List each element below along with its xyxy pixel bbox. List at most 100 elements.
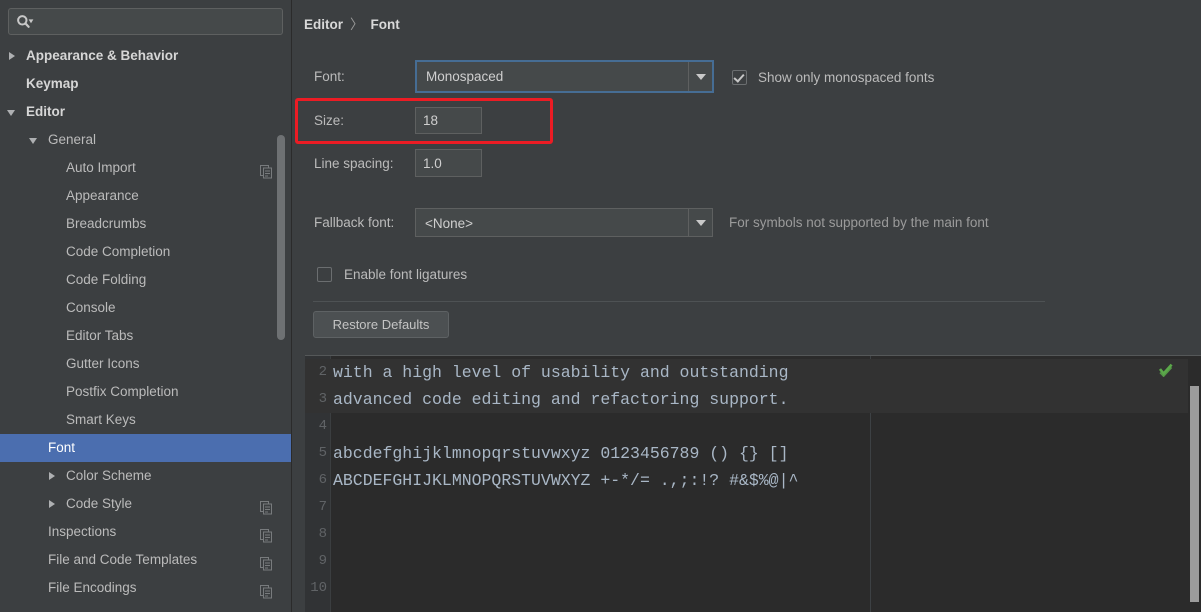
editor-line: 5 abcdefghijklmnopqrstuvwxyz 0123456789 (…	[305, 440, 1201, 467]
size-input[interactable]	[415, 107, 482, 134]
fallback-font-dropdown-arrow-box[interactable]	[688, 209, 712, 236]
breadcrumb: Editor 〉 Font	[304, 13, 400, 33]
sidebar-item-inspections[interactable]: Inspections	[0, 518, 292, 546]
fallback-font-value: <None>	[425, 216, 474, 231]
sidebar-scrollbar-thumb[interactable]	[277, 135, 285, 340]
sidebar-item-keymap[interactable]: Keymap	[0, 70, 292, 98]
editor-line-number: 4	[318, 418, 327, 434]
chevron-down-icon[interactable]	[29, 126, 43, 154]
sidebar-item-breadcrumbs[interactable]: Breadcrumbs	[0, 210, 292, 238]
sidebar-item-editor-tabs[interactable]: Editor Tabs	[0, 322, 292, 350]
font-family-value: Monospaced	[426, 69, 504, 84]
restore-defaults-button[interactable]: Restore Defaults	[313, 311, 449, 338]
editor-scrollbar-track[interactable]	[1188, 356, 1201, 612]
editor-scrollbar-thumb[interactable]	[1190, 386, 1199, 602]
sidebar-item-appearance-behavior[interactable]: Appearance & Behavior	[0, 42, 292, 70]
copy-settings-icon[interactable]	[260, 553, 273, 571]
editor-line-text: ABCDEFGHIJKLMNOPQRSTUVWXYZ +-*/= .,;:!? …	[333, 471, 799, 490]
chevron-right-icon[interactable]	[7, 42, 21, 70]
sidebar-item-code-completion[interactable]: Code Completion	[0, 238, 292, 266]
sidebar-item-code-folding[interactable]: Code Folding	[0, 266, 292, 294]
sidebar-item-label: File Encodings	[48, 580, 137, 595]
sidebar-item-label: Auto Import	[66, 160, 136, 175]
editor-line-text: with a high level of usability and outst…	[333, 363, 789, 382]
section-divider	[313, 301, 1045, 302]
editor-line: 6 ABCDEFGHIJKLMNOPQRSTUVWXYZ +-*/= .,;:!?…	[305, 467, 1201, 494]
sidebar-item-console[interactable]: Console	[0, 294, 292, 322]
line-spacing-label: Line spacing:	[314, 156, 394, 171]
copy-settings-icon[interactable]	[260, 581, 273, 599]
sidebar-item-code-style[interactable]: Code Style	[0, 490, 292, 518]
sidebar-item-label: Editor Tabs	[66, 328, 134, 343]
search-icon[interactable]	[16, 14, 34, 30]
copy-settings-icon[interactable]	[260, 525, 273, 543]
font-family-dropdown-arrow-box[interactable]	[688, 62, 712, 91]
sidebar-item-color-scheme[interactable]: Color Scheme	[0, 462, 292, 490]
settings-main-panel: Editor 〉 Font Font: Monospaced Show only m…	[292, 0, 1201, 612]
font-preview-editor[interactable]: 2 with a high level of usability and outs…	[305, 355, 1201, 612]
fallback-font-label: Fallback font:	[314, 215, 395, 230]
sidebar-item-postfix-completion[interactable]: Postfix Completion	[0, 378, 292, 406]
sidebar-item-label: File and Code Templates	[48, 552, 198, 567]
sidebar-item-general[interactable]: General	[0, 126, 292, 154]
chevron-down-icon[interactable]	[7, 98, 21, 126]
font-family-combobox[interactable]: Monospaced	[415, 60, 714, 93]
sidebar-scrollbar-track[interactable]	[277, 0, 289, 612]
enable-ligatures-label: Enable font ligatures	[344, 267, 468, 282]
editor-line-number: 3	[318, 391, 327, 407]
sidebar-item-label: Editor	[26, 104, 65, 119]
editor-line-text: abcdefghijklmnopqrstuvwxyz 0123456789 ()…	[333, 444, 789, 463]
editor-line-number: 8	[318, 526, 327, 542]
editor-line: 2 with a high level of usability and outs…	[305, 359, 1201, 386]
settings-tree: Appearance & Behavior Keymap Editor General…	[0, 42, 292, 612]
size-label: Size:	[314, 113, 345, 128]
editor-line-number: 6	[318, 472, 327, 488]
search-box[interactable]	[8, 8, 283, 36]
editor-line: 7	[305, 494, 1201, 521]
fallback-font-hint: For symbols not supported by the main fo…	[729, 215, 989, 230]
font-label: Font:	[314, 69, 345, 84]
settings-dialog: Appearance & Behavior Keymap Editor General…	[0, 0, 1201, 612]
editor-line-number: 9	[318, 553, 327, 569]
search-input[interactable]	[39, 9, 283, 36]
sidebar-item-label: Postfix Completion	[66, 384, 179, 399]
sidebar-item-label: Console	[66, 300, 116, 315]
sidebar-item-label: Gutter Icons	[66, 356, 140, 371]
editor-line: 4	[305, 413, 1201, 440]
sidebar-item-label: Appearance & Behavior	[26, 48, 179, 63]
sidebar-item-label: Breadcrumbs	[66, 216, 147, 231]
sidebar-item-label: Appearance	[66, 188, 139, 203]
sidebar-item-editor[interactable]: Editor	[0, 98, 292, 126]
line-spacing-input[interactable]	[415, 149, 482, 177]
sidebar-item-label: Code Completion	[66, 244, 171, 259]
sidebar-item-label: Font	[48, 440, 76, 455]
editor-line: 3 advanced code editing and refactoring s…	[305, 386, 1201, 413]
editor-line: 8	[305, 521, 1201, 548]
editor-line-number: 10	[310, 580, 327, 596]
sidebar-item-gutter-icons[interactable]: Gutter Icons	[0, 350, 292, 378]
chevron-right-icon[interactable]	[47, 490, 61, 518]
settings-sidebar: Appearance & Behavior Keymap Editor General…	[0, 0, 292, 612]
chevron-down-icon	[696, 219, 706, 226]
sidebar-item-file-and-code-templates[interactable]: File and Code Templates	[0, 546, 292, 574]
sidebar-item-smart-keys[interactable]: Smart Keys	[0, 406, 292, 434]
sidebar-item-label: Smart Keys	[66, 412, 136, 427]
sidebar-item-auto-import[interactable]: Auto Import	[0, 154, 292, 182]
sidebar-item-label: Keymap	[26, 76, 79, 91]
sidebar-item-font[interactable]: Font	[0, 434, 292, 462]
sidebar-item-appearance[interactable]: Appearance	[0, 182, 292, 210]
enable-ligatures-checkbox[interactable]	[317, 267, 332, 282]
fallback-font-combobox[interactable]: <None>	[415, 208, 713, 237]
copy-settings-icon[interactable]	[260, 497, 273, 515]
breadcrumb-current: Font	[370, 17, 400, 32]
show-monospaced-checkbox[interactable]	[732, 70, 747, 85]
chevron-down-icon	[696, 73, 706, 80]
editor-line: 10	[305, 575, 1201, 602]
sidebar-item-label: Code Folding	[66, 272, 147, 287]
breadcrumb-separator: 〉	[350, 17, 364, 32]
copy-settings-icon[interactable]	[260, 161, 273, 179]
sidebar-item-label: Color Scheme	[66, 468, 152, 483]
chevron-right-icon[interactable]	[47, 462, 61, 490]
sidebar-item-file-encodings[interactable]: File Encodings	[0, 574, 292, 602]
breadcrumb-parent[interactable]: Editor	[304, 17, 343, 32]
